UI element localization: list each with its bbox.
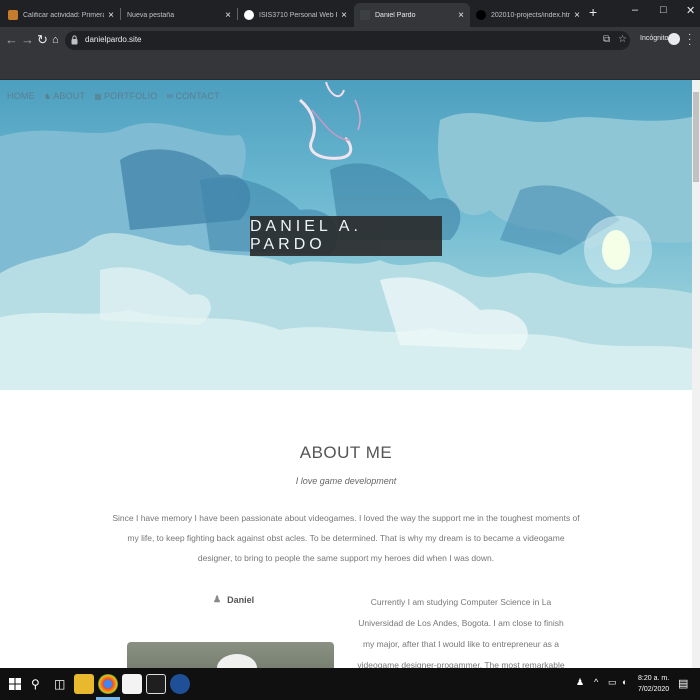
site-nav: HOME ♞ ABOUT ▦ PORTFOLIO ✉ CONTACT <box>7 91 220 101</box>
chevron-up-icon[interactable]: ^ <box>594 677 598 687</box>
scroll-thumb[interactable] <box>693 92 699 182</box>
person-name: Daniel <box>227 594 255 605</box>
battery-icon[interactable]: ▭ <box>608 677 617 688</box>
nav-label: PORTFOLIO <box>103 91 158 101</box>
kebab-menu-icon[interactable]: · · · <box>688 30 691 50</box>
tab-title: ISIS3710 Personal Web Page Project <box>259 11 337 19</box>
maximize-button[interactable]: □ <box>660 4 667 16</box>
nav-label: ABOUT <box>53 91 86 101</box>
tab-daniel-pardo[interactable]: Daniel Pardo × <box>354 3 470 27</box>
tab-title: Calificar actividad: Primera entrega <box>23 11 105 19</box>
nav-home[interactable]: HOME <box>7 91 35 101</box>
tab-github[interactable]: 202010-projects/index.html at m × <box>470 3 586 27</box>
tab-title: Daniel Pardo <box>375 11 416 19</box>
user-icon: ♞ <box>43 91 52 101</box>
hero-banner: HOME ♞ ABOUT ▦ PORTFOLIO ✉ CONTACT DANIE… <box>0 80 692 390</box>
site-icon <box>244 10 254 20</box>
reload-icon[interactable]: ↻ <box>37 33 48 47</box>
close-icon[interactable]: × <box>225 10 231 21</box>
windows-taskbar: ⚲ ◫ ♟ ^ ▭ ◐ 8:20 a. m. 7/02/2020 ▤ <box>0 668 700 700</box>
close-icon[interactable]: × <box>108 10 114 21</box>
task-view-icon[interactable]: ◫ <box>54 677 65 691</box>
grid-icon: ▦ <box>94 91 102 101</box>
people-icon[interactable]: ♟ <box>576 677 584 688</box>
page-scrollbar[interactable] <box>692 80 700 668</box>
nav-portfolio[interactable]: ▦ PORTFOLIO <box>94 91 157 101</box>
about-title: ABOUT ME <box>299 443 393 462</box>
tab-title: Nueva pestaña <box>127 11 175 19</box>
close-window-button[interactable]: ✕ <box>686 4 695 17</box>
app-icon[interactable] <box>170 674 190 694</box>
bookmark-star-icon[interactable]: ☆ <box>618 34 627 45</box>
page-icon <box>360 10 370 20</box>
clock-time: 8:20 a. m. <box>638 675 670 682</box>
tab-nueva-pestana[interactable]: Nueva pestaña × <box>121 3 237 27</box>
home-icon[interactable]: ⌂ <box>52 33 59 47</box>
mail-icon[interactable] <box>146 674 166 694</box>
network-icon[interactable]: ◐ <box>622 677 627 687</box>
new-tab-button[interactable]: + <box>589 4 597 20</box>
system-clock[interactable]: 8:20 a. m. 7/02/2020 <box>638 673 669 695</box>
web-page: HOME ♞ ABOUT ▦ PORTFOLIO ✉ CONTACT DANIE… <box>0 80 692 668</box>
close-icon[interactable]: × <box>458 10 464 21</box>
incognito-label: Incógnito <box>640 35 669 42</box>
nav-label: CONTACT <box>175 91 220 101</box>
close-icon[interactable]: × <box>574 10 580 21</box>
tab-calificar[interactable]: Calificar actividad: Primera entrega × <box>2 3 120 27</box>
tab-strip: Calificar actividad: Primera entrega × N… <box>0 0 700 27</box>
tab-isis3710[interactable]: ISIS3710 Personal Web Page Project × <box>238 3 353 27</box>
nav-about[interactable]: ♞ ABOUT <box>44 91 85 101</box>
hero-name: DANIEL A. PARDO <box>250 216 442 256</box>
url-text: danielpardo.site <box>85 35 142 44</box>
clock-date: 7/02/2020 <box>638 686 670 693</box>
notification-icon[interactable]: ▤ <box>678 677 688 690</box>
store-icon[interactable] <box>122 674 142 694</box>
nav-contact[interactable]: ✉ CONTACT <box>167 91 220 101</box>
address-bar[interactable]: danielpardo.site ⧉ ☆ <box>65 31 630 50</box>
browser-toolbar: ← → ↻ ⌂ danielpardo.site ⧉ ☆ <box>0 27 700 54</box>
chrome-icon[interactable] <box>98 674 118 694</box>
side-paragraph: Currently I am studying Computer Science… <box>357 597 565 668</box>
translate-icon[interactable]: ⧉ <box>603 34 610 45</box>
back-arrow-icon[interactable]: ← <box>5 33 18 47</box>
minimize-button[interactable]: – <box>632 4 638 16</box>
nav-label: HOME <box>7 91 35 101</box>
moodle-icon <box>8 10 18 20</box>
file-explorer-icon[interactable] <box>74 674 94 694</box>
close-icon[interactable]: × <box>341 10 347 21</box>
person-heading: ♟ Daniel <box>213 594 254 605</box>
about-paragraph: Since I have memory I have been passiona… <box>112 513 580 563</box>
browser-band <box>0 54 700 80</box>
lock-icon <box>71 35 78 45</box>
search-icon[interactable]: ⚲ <box>31 677 40 691</box>
user-icon: ♟ <box>213 594 222 604</box>
incognito-icon[interactable] <box>668 33 680 45</box>
envelope-icon: ✉ <box>166 91 174 101</box>
tab-title: 202010-projects/index.html at m <box>491 11 571 19</box>
about-subtitle: I love game development <box>295 476 397 486</box>
windows-start-icon[interactable] <box>9 678 21 690</box>
profile-photo <box>127 642 334 668</box>
github-icon <box>476 10 486 20</box>
forward-arrow-icon[interactable]: → <box>21 33 34 47</box>
